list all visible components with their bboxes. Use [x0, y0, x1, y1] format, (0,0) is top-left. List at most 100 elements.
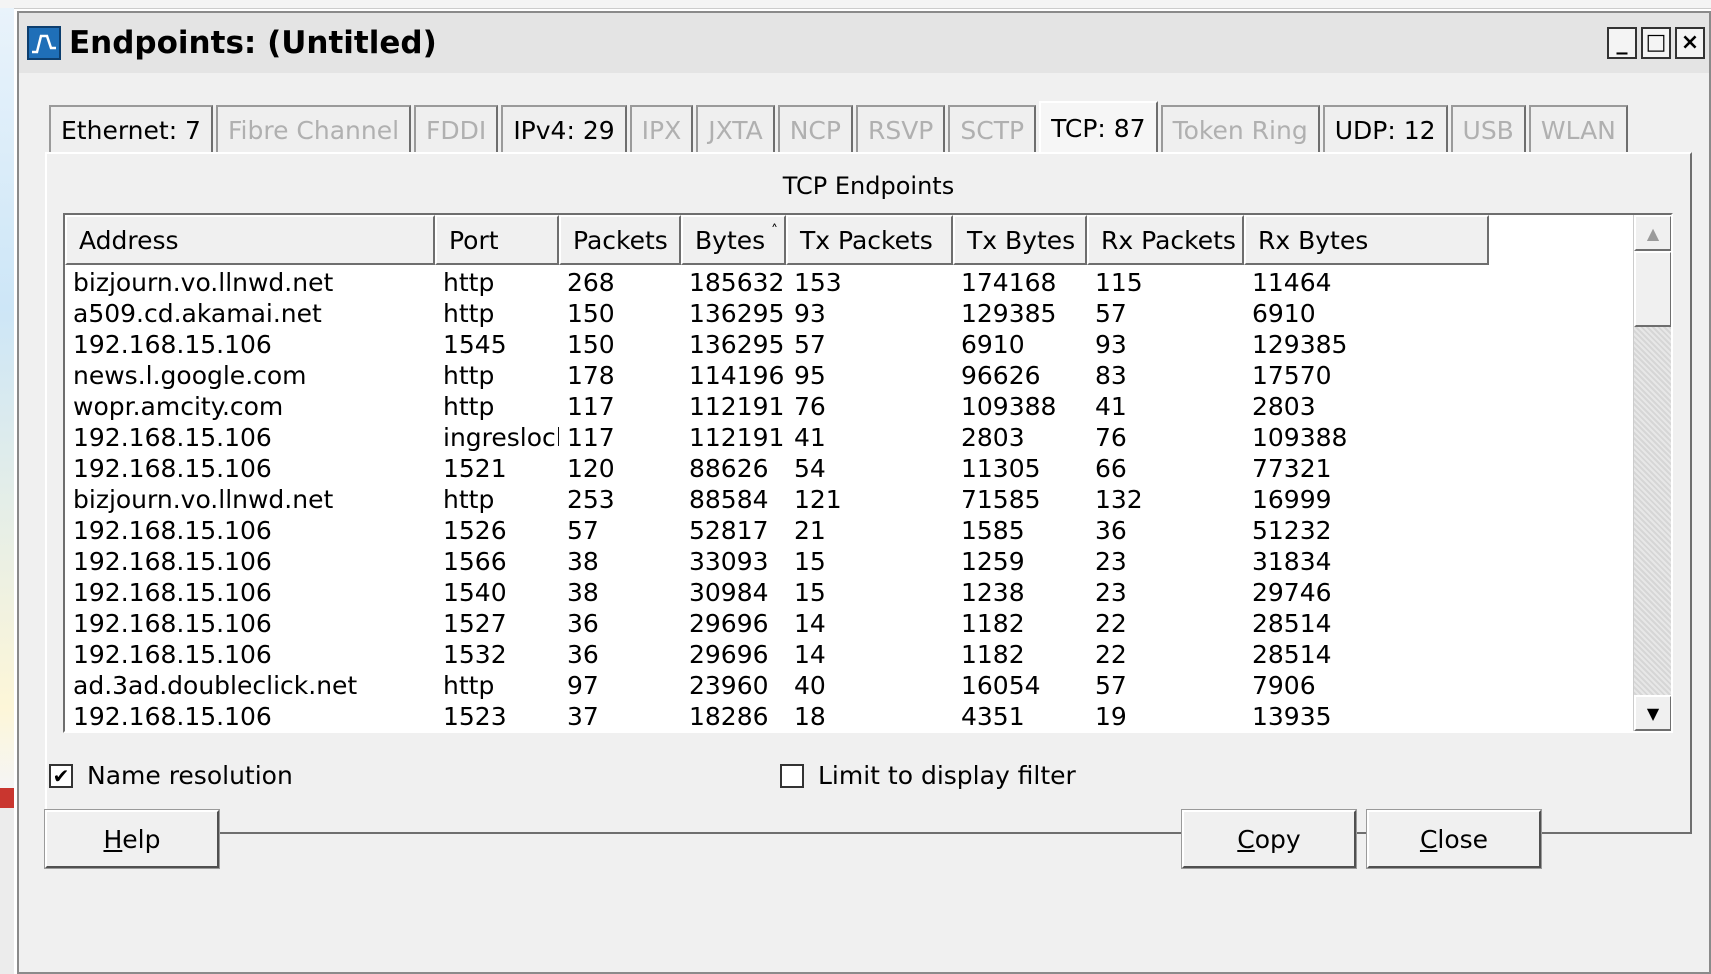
cell-address: 192.168.15.106: [73, 702, 272, 731]
tcp-endpoints-panel: TCP Endpoints Address Port Packets Bytes ˄ Tx…: [45, 152, 1692, 834]
cell-port: 1566: [443, 547, 507, 576]
cell-packets: 36: [567, 609, 599, 638]
table-row[interactable]: 192.168.15.106 1532 36 29696 14 1182 22 28514: [65, 639, 1489, 670]
table-row[interactable]: news.l.google.com http 178 114196 95 96626 83 1…: [65, 360, 1489, 391]
table-row[interactable]: 192.168.15.106 1527 36 29696 14 1182 22 28514: [65, 608, 1489, 639]
cell-packets: 268: [567, 268, 615, 297]
cell-address: 192.168.15.106: [73, 454, 272, 483]
cell-packets: 57: [567, 516, 599, 545]
table-row[interactable]: 192.168.15.106 1566 38 33093 15 1259 23 31834: [65, 546, 1489, 577]
cell-tx-bytes: 11305: [961, 454, 1041, 483]
cell-port: 1521: [443, 454, 507, 483]
cell-rx-packets: 23: [1095, 547, 1127, 576]
cell-address: bizjourn.vo.llnwd.net: [73, 268, 334, 297]
sort-ascending-icon: ˄: [771, 223, 778, 239]
cell-rx-packets: 23: [1095, 578, 1127, 607]
tab-jxta: JXTA: [696, 105, 775, 153]
cell-rx-bytes: 129385: [1252, 330, 1348, 359]
table-row[interactable]: 192.168.15.106 1521 120 88626 54 11305 66 77321: [65, 453, 1489, 484]
column-header-tx-packets[interactable]: Tx Packets: [786, 215, 953, 265]
cell-tx-bytes: 96626: [961, 361, 1041, 390]
cell-tx-packets: 95: [794, 361, 826, 390]
cell-tx-bytes: 1585: [961, 516, 1025, 545]
scroll-thumb[interactable]: [1634, 251, 1671, 327]
tab-udp-12[interactable]: UDP: 12: [1322, 105, 1448, 153]
column-header-rx-bytes[interactable]: Rx Bytes: [1244, 215, 1489, 265]
table-row[interactable]: 192.168.15.106 1523 37 18286 18 4351 19 13935: [65, 701, 1489, 731]
cell-bytes: 29696: [689, 609, 769, 638]
cell-rx-bytes: 17570: [1252, 361, 1332, 390]
maximize-button[interactable]: □: [1641, 27, 1671, 59]
tab-rsvp: RSVP: [855, 105, 946, 153]
name-resolution-checkbox[interactable]: ✔ Name resolution: [49, 761, 293, 790]
cell-tx-bytes: 1182: [961, 609, 1025, 638]
endpoints-list[interactable]: Address Port Packets Bytes ˄ Tx Packets Tx Byt…: [63, 213, 1673, 733]
column-header-port[interactable]: Port: [435, 215, 559, 265]
cell-packets: 117: [567, 392, 615, 421]
minimize-button[interactable]: _: [1607, 27, 1637, 59]
table-row[interactable]: ad.3ad.doubleclick.net http 97 23960 40 16054…: [65, 670, 1489, 701]
cell-bytes: 88584: [689, 485, 769, 514]
column-header-rx-packets[interactable]: Rx Packets: [1087, 215, 1244, 265]
cell-bytes: 185632: [689, 268, 785, 297]
cell-tx-bytes: 71585: [961, 485, 1041, 514]
cell-bytes: 29696: [689, 640, 769, 669]
cell-packets: 97: [567, 671, 599, 700]
column-header-address[interactable]: Address: [65, 215, 435, 265]
help-button[interactable]: Help: [44, 809, 220, 869]
table-row[interactable]: bizjourn.vo.llnwd.net http 253 88584 121 7158…: [65, 484, 1489, 515]
copy-button[interactable]: Copy: [1181, 809, 1357, 869]
table-row[interactable]: wopr.amcity.com http 117 112191 76 109388 41 28…: [65, 391, 1489, 422]
cell-bytes: 52817: [689, 516, 769, 545]
cell-bytes: 23960: [689, 671, 769, 700]
column-header-bytes[interactable]: Bytes ˄: [681, 215, 786, 265]
tab-tcp-87[interactable]: TCP: 87: [1039, 101, 1158, 153]
table-row[interactable]: 192.168.15.106 1540 38 30984 15 1238 23 29746: [65, 577, 1489, 608]
cell-port: 1526: [443, 516, 507, 545]
cell-tx-packets: 57: [794, 330, 826, 359]
title-bar[interactable]: Endpoints: (Untitled) _ □ ×: [19, 13, 1709, 73]
cell-rx-bytes: 13935: [1252, 702, 1332, 731]
table-row[interactable]: bizjourn.vo.llnwd.net http 268 185632 153 174…: [65, 267, 1489, 298]
cell-rx-packets: 36: [1095, 516, 1127, 545]
tab-ipv4-29[interactable]: IPv4: 29: [501, 105, 627, 153]
cell-bytes: 88626: [689, 454, 769, 483]
cell-port: ingreslock: [443, 423, 559, 452]
cell-packets: 253: [567, 485, 615, 514]
cell-rx-packets: 83: [1095, 361, 1127, 390]
table-row[interactable]: 192.168.15.106 1545 150 136295 57 6910 93 12938…: [65, 329, 1489, 360]
table-row[interactable]: 192.168.15.106 1526 57 52817 21 1585 36 51232: [65, 515, 1489, 546]
close-button[interactable]: Close: [1366, 809, 1542, 869]
tab-token-ring: Token Ring: [1160, 105, 1320, 153]
endpoint-rows: bizjourn.vo.llnwd.net http 268 185632 153 174…: [65, 267, 1489, 731]
cell-port: http: [443, 299, 495, 328]
limit-display-filter-label: Limit to display filter: [818, 761, 1076, 790]
cell-bytes: 136295: [689, 299, 785, 328]
cell-tx-bytes: 129385: [961, 299, 1057, 328]
cell-tx-packets: 54: [794, 454, 826, 483]
cell-rx-bytes: 6910: [1252, 299, 1316, 328]
vertical-scrollbar[interactable]: ▲ ▼: [1633, 215, 1671, 731]
tab-ncp: NCP: [777, 105, 853, 153]
cell-address: 192.168.15.106: [73, 330, 272, 359]
limit-display-filter-checkbox[interactable]: Limit to display filter: [780, 761, 1076, 790]
cell-tx-packets: 21: [794, 516, 826, 545]
scroll-down-arrow-icon[interactable]: ▼: [1634, 695, 1671, 731]
cell-port: 1540: [443, 578, 507, 607]
column-header-packets[interactable]: Packets: [559, 215, 681, 265]
cell-rx-packets: 93: [1095, 330, 1127, 359]
scroll-up-arrow-icon[interactable]: ▲: [1634, 215, 1671, 251]
cell-address: 192.168.15.106: [73, 578, 272, 607]
column-header-tx-bytes[interactable]: Tx Bytes: [953, 215, 1087, 265]
table-row[interactable]: 192.168.15.106 ingreslock 117 112191 41 2803 7…: [65, 422, 1489, 453]
table-row[interactable]: a509.cd.akamai.net http 150 136295 93 129385 5…: [65, 298, 1489, 329]
cell-rx-packets: 22: [1095, 609, 1127, 638]
close-window-button[interactable]: ×: [1675, 27, 1705, 59]
cell-rx-bytes: 29746: [1252, 578, 1332, 607]
cell-tx-bytes: 4351: [961, 702, 1025, 731]
tab-ethernet-7[interactable]: Ethernet: 7: [49, 105, 213, 153]
cell-address: wopr.amcity.com: [73, 392, 284, 421]
cell-tx-packets: 18: [794, 702, 826, 731]
cell-bytes: 112191: [689, 423, 785, 452]
cell-port: 1532: [443, 640, 507, 669]
